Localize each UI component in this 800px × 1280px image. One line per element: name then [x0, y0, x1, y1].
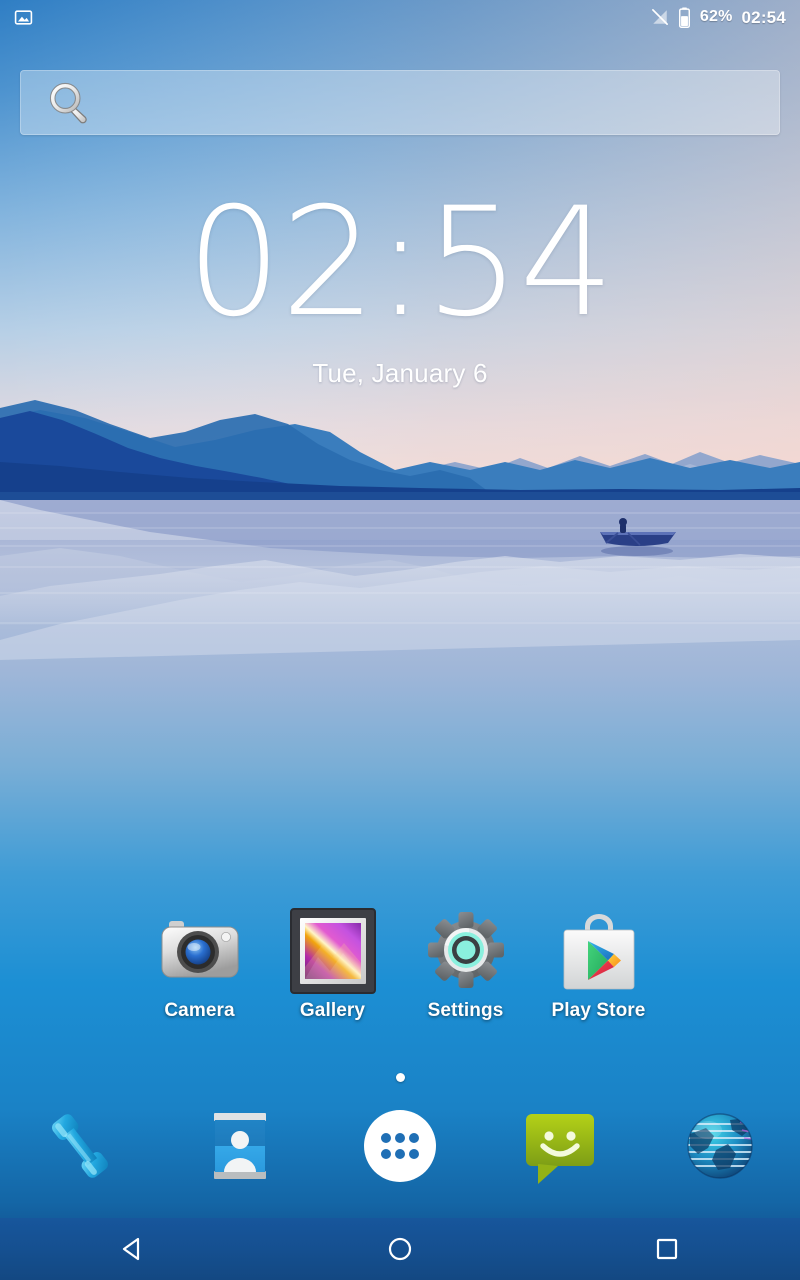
dock-item-browser[interactable]: [640, 1098, 800, 1194]
android-home-screen: 62% 02:54 02:54 Tue, January 6 Camera Ga…: [0, 0, 800, 1280]
no-sim-signal-icon: [651, 7, 669, 27]
image-icon: [14, 8, 33, 27]
battery-percent-label: 62%: [699, 8, 733, 25]
search-input[interactable]: [93, 71, 779, 134]
app-icon-settings[interactable]: Settings: [399, 905, 532, 1040]
battery-icon: [678, 6, 691, 28]
clock-widget[interactable]: 02:54 Tue, January 6: [0, 188, 800, 389]
app-label-gallery: Gallery: [299, 1000, 366, 1021]
app-grid: Camera Gallery Settings Play Store: [0, 905, 800, 1040]
status-bar-system: 62% 02:54: [651, 6, 786, 28]
phone-handset-icon[interactable]: [38, 1104, 122, 1188]
dock-item-contacts[interactable]: [160, 1098, 320, 1194]
dock-item-phone[interactable]: [0, 1098, 160, 1194]
search-icon[interactable]: [47, 80, 93, 126]
gallery-icon[interactable]: [288, 905, 378, 995]
nav-button-recents[interactable]: [533, 1218, 800, 1280]
app-icon-play-store[interactable]: Play Store: [532, 905, 665, 1040]
recents-square-icon[interactable]: [652, 1234, 682, 1264]
app-icon-camera[interactable]: Camera: [133, 905, 266, 1040]
search-bar[interactable]: [20, 70, 780, 135]
messaging-bubble-icon[interactable]: [518, 1104, 602, 1188]
status-bar[interactable]: 62% 02:54: [0, 0, 800, 34]
status-bar-clock: 02:54: [741, 7, 786, 27]
nav-button-back[interactable]: [0, 1218, 267, 1280]
navigation-bar: [0, 1218, 800, 1280]
dock-item-messaging[interactable]: [480, 1098, 640, 1194]
settings-gear-icon[interactable]: [421, 905, 511, 995]
browser-globe-icon[interactable]: [678, 1104, 762, 1188]
home-circle-icon[interactable]: [385, 1234, 415, 1264]
dock-item-app-drawer[interactable]: [320, 1098, 480, 1194]
app-icon-gallery[interactable]: Gallery: [266, 905, 399, 1040]
app-label-settings: Settings: [427, 1000, 504, 1021]
page-dot-1[interactable]: [395, 1073, 405, 1082]
nav-button-home[interactable]: [267, 1218, 534, 1280]
page-indicator: [0, 1073, 800, 1082]
play-store-icon[interactable]: [554, 905, 644, 995]
back-triangle-icon[interactable]: [118, 1234, 148, 1264]
app-drawer-icon[interactable]: [358, 1104, 442, 1188]
dock: [0, 1098, 800, 1194]
contacts-card-icon[interactable]: [198, 1104, 282, 1188]
clock-date[interactable]: Tue, January 6: [0, 358, 800, 389]
app-label-camera: Camera: [164, 1000, 235, 1021]
boat-reflection: [601, 546, 673, 556]
clock-time[interactable]: 02:54: [0, 188, 800, 338]
status-bar-notifications: [14, 8, 33, 27]
app-label-play-store: Play Store: [551, 1000, 646, 1021]
camera-icon[interactable]: [155, 905, 245, 995]
